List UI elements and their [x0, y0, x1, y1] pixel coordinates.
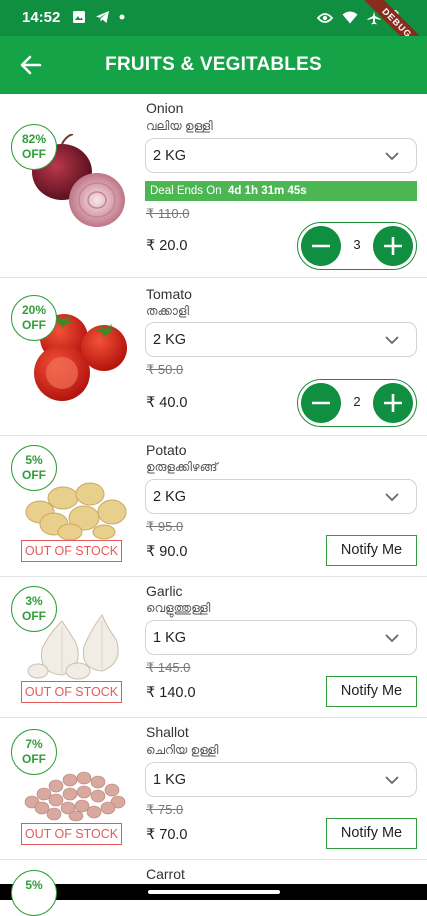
product-mrp: ₹ 95.0	[146, 519, 184, 534]
deal-timer: 4d 1h 31m 45s	[228, 185, 307, 197]
unit-select[interactable]: 2 KG	[145, 138, 417, 173]
product-name: Potato	[146, 442, 187, 458]
discount-badge: 5% OFF	[11, 445, 57, 491]
product-price: ₹ 90.0	[146, 544, 188, 560]
unit-select-value: 1 KG	[153, 772, 187, 788]
status-notification-icons	[72, 10, 125, 24]
unit-select-value: 2 KG	[153, 148, 187, 164]
discount-badge: 3% OFF	[11, 586, 57, 632]
product-name: Onion	[146, 100, 184, 116]
unit-select[interactable]: 1 KG	[145, 620, 417, 655]
discount-badge: 7% OFF	[11, 729, 57, 775]
status-time: 14:52	[22, 9, 61, 26]
unit-select[interactable]: 2 KG	[145, 479, 417, 514]
wifi-icon	[342, 11, 358, 24]
chevron-down-icon	[385, 634, 399, 643]
product-price: ₹ 20.0	[146, 238, 188, 254]
eye-icon	[317, 12, 333, 23]
discount-percent: 5%	[25, 453, 43, 467]
product-card-potato: 5% OFF OUT OF STOCK Potato ഉരുളക്കിഴങ്ങ്…	[0, 436, 427, 577]
product-local-name: ഉരുളക്കിഴങ്ങ്	[146, 460, 218, 474]
gallery-icon	[73, 11, 85, 23]
discount-percent: 82%	[21, 132, 47, 146]
decrement-button[interactable]	[301, 383, 341, 423]
unit-select[interactable]: 2 KG	[145, 322, 417, 357]
unit-select-value: 2 KG	[153, 332, 187, 348]
discount-percent: 7%	[25, 737, 43, 751]
notify-me-button[interactable]: Notify Me	[326, 676, 417, 707]
discount-badge: 5%	[11, 870, 57, 916]
product-name: Garlic	[146, 583, 183, 599]
chevron-down-icon	[385, 776, 399, 785]
quantity-value: 2	[353, 394, 361, 409]
discount-badge: 82% OFF	[11, 124, 57, 170]
product-name: Tomato	[146, 286, 192, 302]
telegram-icon	[96, 11, 109, 23]
product-mrp: ₹ 145.0	[146, 660, 191, 675]
discount-off-label: OFF	[22, 147, 46, 161]
chevron-down-icon	[385, 152, 399, 161]
notify-me-button[interactable]: Notify Me	[326, 535, 417, 566]
page-title: FRUITS & VEGITABLES	[105, 54, 322, 75]
product-list: 82% OFF Onion വലിയ ഉള്ളി 2 KG Deal Ends …	[0, 94, 427, 916]
product-local-name: ചെറിയ ഉള്ളി	[146, 743, 219, 757]
chevron-down-icon	[385, 336, 399, 345]
discount-off-label: OFF	[22, 609, 46, 623]
discount-off-label: OFF	[22, 318, 46, 332]
home-gesture-handle[interactable]	[148, 890, 280, 894]
app-bar: FRUITS & VEGITABLES	[0, 36, 427, 94]
product-local-name: വെളുത്തുള്ളി	[146, 601, 211, 615]
product-local-name: തക്കാളി	[146, 304, 190, 318]
dot-icon	[119, 14, 125, 20]
product-card-garlic: 3% OFF OUT OF STOCK Garlic വെളുത്തുള്ളി …	[0, 577, 427, 718]
system-navigation-bar	[0, 884, 427, 900]
deal-label: Deal Ends On	[150, 185, 222, 197]
product-mrp: ₹ 110.0	[146, 206, 190, 221]
quantity-stepper: 3	[297, 222, 417, 270]
chevron-down-icon	[385, 493, 399, 502]
discount-off-label: OFF	[22, 752, 46, 766]
product-card-onion: 82% OFF Onion വലിയ ഉള്ളി 2 KG Deal Ends …	[0, 94, 427, 278]
increment-button[interactable]	[373, 383, 413, 423]
status-bar: 14:52 DEBUG	[0, 0, 427, 71]
notify-me-button[interactable]: Notify Me	[326, 818, 417, 849]
unit-select-value: 1 KG	[153, 630, 187, 646]
product-mrp: ₹ 50.0	[146, 362, 184, 377]
deal-banner: Deal Ends On 4d 1h 31m 45s	[145, 181, 417, 201]
product-card-shallot: 7% OFF OUT OF STOCK Shallot ചെറിയ ഉള്ളി …	[0, 718, 427, 860]
discount-percent: 3%	[25, 594, 43, 608]
quantity-stepper: 2	[297, 379, 417, 427]
product-card-tomato: 20% OFF Tomato തക്കാളി 2 KG ₹ 50.0 ₹ 40.…	[0, 278, 427, 436]
product-local-name: വലിയ ഉള്ളി	[146, 119, 213, 133]
unit-select[interactable]: 1 KG	[145, 762, 417, 797]
out-of-stock-label: OUT OF STOCK	[21, 681, 122, 703]
discount-badge: 20% OFF	[11, 295, 57, 341]
discount-off-label: OFF	[22, 468, 46, 482]
out-of-stock-label: OUT OF STOCK	[21, 540, 122, 562]
decrement-button[interactable]	[301, 226, 341, 266]
product-mrp: ₹ 75.0	[146, 802, 184, 817]
out-of-stock-label: OUT OF STOCK	[21, 823, 122, 845]
discount-percent: 20%	[21, 303, 47, 317]
unit-select-value: 2 KG	[153, 489, 187, 505]
increment-button[interactable]	[373, 226, 413, 266]
product-name: Shallot	[146, 724, 189, 740]
product-price: ₹ 70.0	[146, 827, 188, 843]
quantity-value: 3	[353, 237, 361, 252]
product-name: Carrot	[146, 866, 185, 882]
product-price: ₹ 140.0	[146, 685, 196, 701]
product-price: ₹ 40.0	[146, 395, 188, 411]
discount-percent: 5%	[25, 878, 43, 892]
